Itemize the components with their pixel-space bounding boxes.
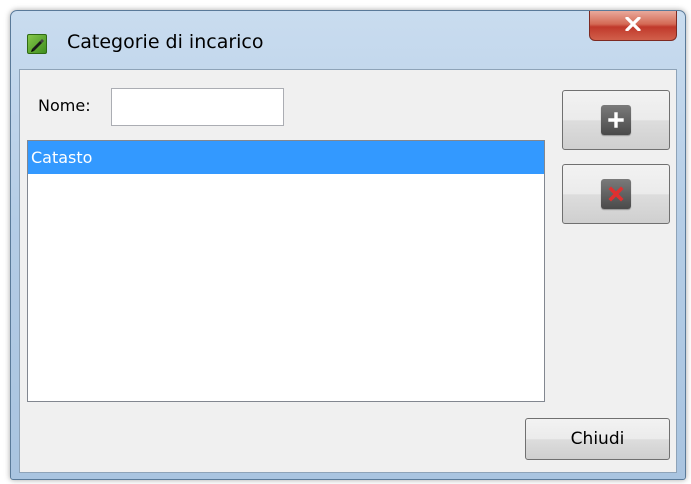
remove-button[interactable] bbox=[562, 164, 670, 224]
window-title: Categorie di incarico bbox=[67, 31, 264, 53]
category-list[interactable]: Catasto bbox=[27, 140, 545, 402]
app-pen-icon bbox=[27, 34, 47, 54]
close-window-button[interactable] bbox=[589, 11, 677, 41]
close-icon bbox=[625, 16, 641, 35]
name-label: Nome: bbox=[38, 96, 91, 115]
red-x-icon bbox=[601, 179, 631, 209]
title-bar[interactable]: Categorie di incarico bbox=[11, 11, 685, 69]
chiudi-button[interactable]: Chiudi bbox=[525, 418, 670, 460]
dialog-window: Categorie di incarico Nome: Catasto Chiu… bbox=[10, 10, 686, 480]
dialog-content: Nome: Catasto Chiudi bbox=[19, 69, 677, 473]
add-button[interactable] bbox=[562, 90, 670, 150]
list-item[interactable]: Catasto bbox=[28, 141, 544, 174]
name-input[interactable] bbox=[111, 88, 284, 126]
plus-icon bbox=[601, 105, 631, 135]
